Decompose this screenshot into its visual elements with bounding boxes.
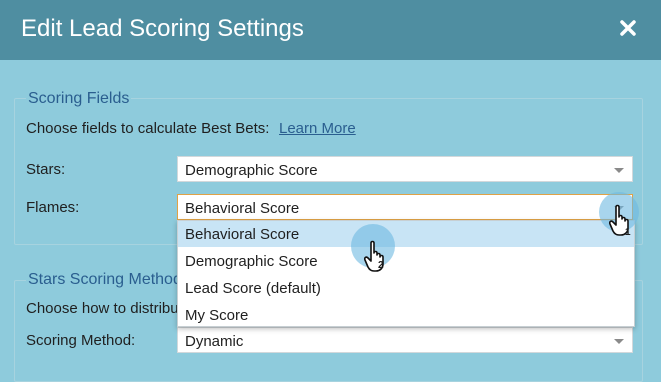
step-badge-2: 2 — [378, 260, 384, 271]
step-badge-1: 1 — [625, 227, 631, 238]
dropdown-option-lead-score[interactable]: Lead Score (default) — [178, 275, 634, 301]
learn-more-link[interactable]: Learn More — [279, 120, 356, 137]
scoring-fields-description: Choose fields to calculate Best Bets: — [26, 120, 270, 137]
chevron-down-icon — [614, 339, 624, 344]
dialog-header: Edit Lead Scoring Settings — [0, 0, 661, 60]
dropdown-option-demographic-score[interactable]: Demographic Score — [178, 248, 634, 274]
hand-pointer-icon — [363, 240, 390, 277]
scoring-method-select[interactable]: Dynamic — [177, 327, 633, 353]
scoring-method-select-value: Dynamic — [185, 333, 244, 350]
dialog-title: Edit Lead Scoring Settings — [21, 15, 304, 42]
close-icon[interactable] — [617, 17, 639, 39]
chevron-down-icon — [614, 168, 624, 173]
flames-select-value: Behavioral Score — [185, 200, 300, 217]
scoring-fields-legend: Scoring Fields — [26, 90, 132, 108]
stars-scoring-method-legend: Stars Scoring Method — [26, 271, 184, 289]
stars-scoring-method-description: Choose how to distribu — [26, 300, 179, 317]
flames-select[interactable]: Behavioral Score — [177, 194, 633, 220]
scoring-method-label: Scoring Method: — [26, 332, 136, 349]
flames-dropdown-menu: Behavioral Score Demographic Score Lead … — [177, 220, 635, 327]
hand-pointer-icon — [608, 204, 635, 241]
stars-select[interactable]: Demographic Score — [177, 156, 633, 182]
dropdown-option-my-score[interactable]: My Score — [178, 302, 634, 328]
stars-label: Stars: — [26, 161, 66, 178]
flames-label: Flames: — [26, 199, 80, 216]
stars-select-value: Demographic Score — [185, 162, 318, 179]
dropdown-option-behavioral-score[interactable]: Behavioral Score — [178, 221, 634, 247]
